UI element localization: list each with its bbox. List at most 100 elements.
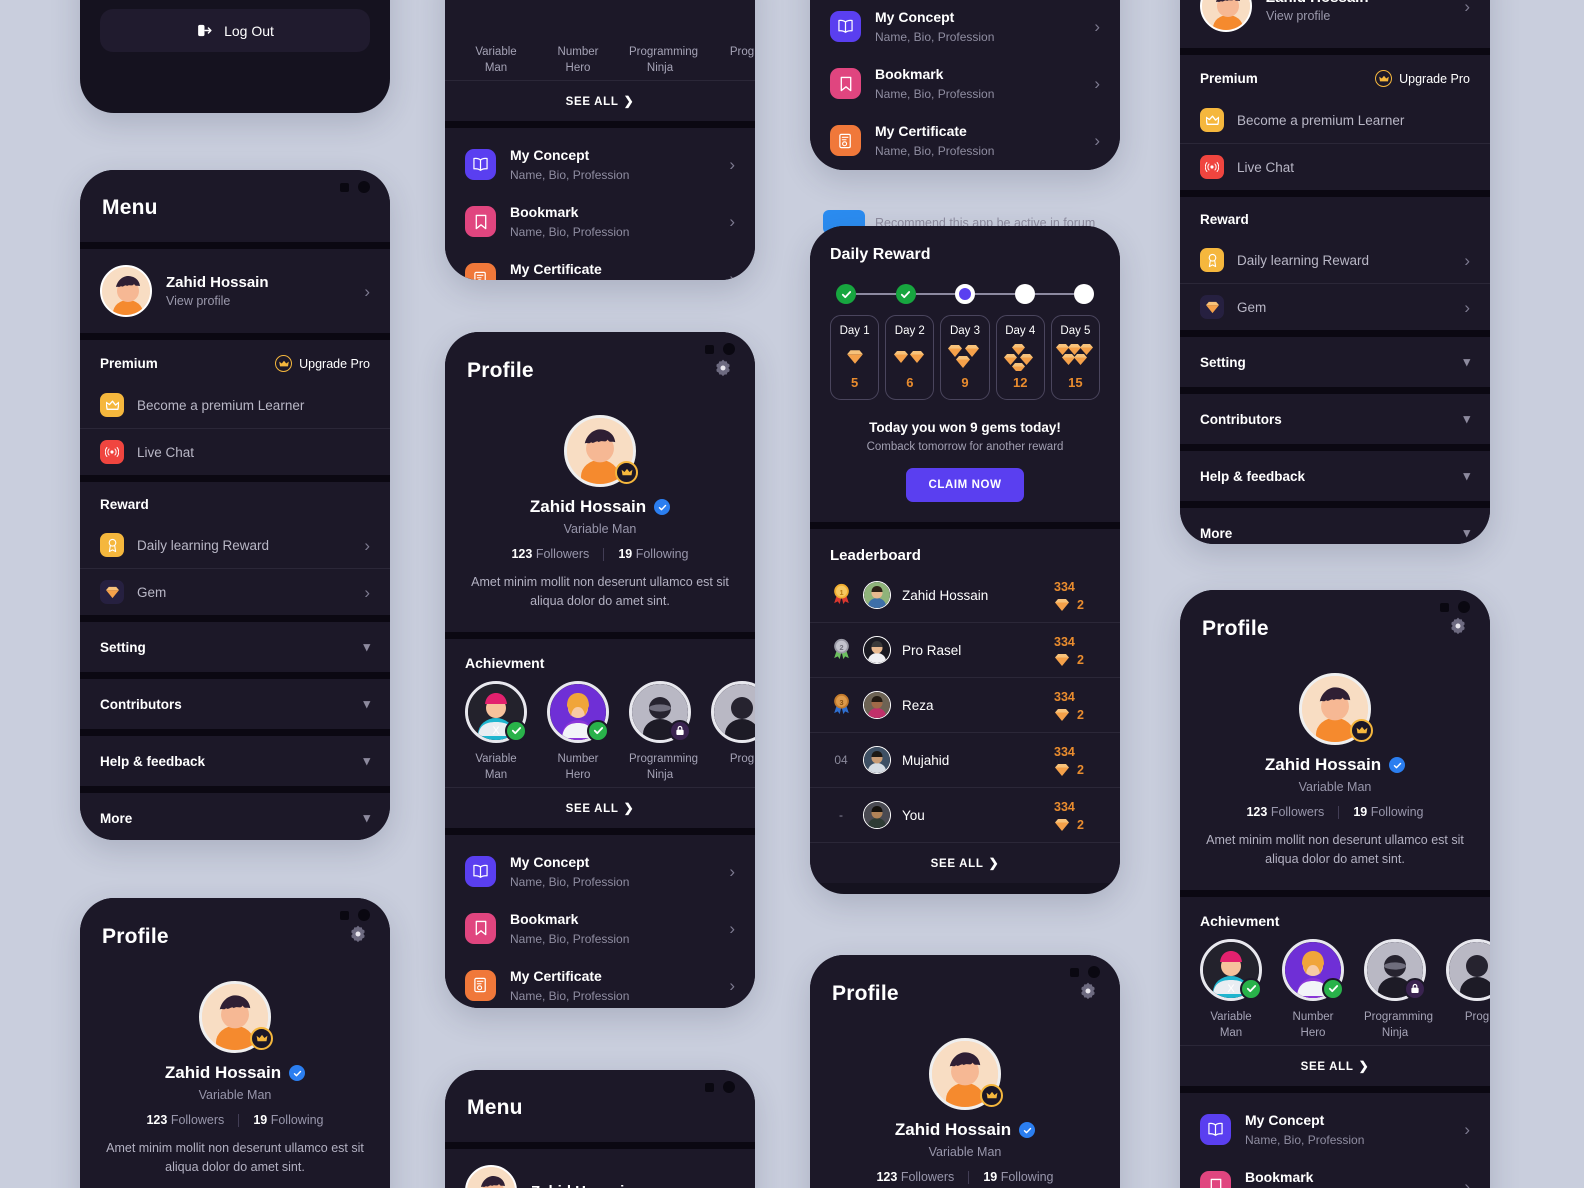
tile-my-concept[interactable]: My Concept Name, Bio, Profession › xyxy=(810,0,1120,55)
see-all-leaderboard-button[interactable]: SEE ALL ❯ xyxy=(810,842,1120,883)
user-role: Variable Man xyxy=(1298,780,1372,794)
menu-item-label: Live Chat xyxy=(1237,159,1295,175)
day-value: 9 xyxy=(961,375,969,390)
menu-row-contributors[interactable]: Contributors ▾ xyxy=(1180,394,1490,444)
leaderboard-row[interactable]: 3 Reza 334 2 xyxy=(810,677,1120,732)
broadcast-icon xyxy=(100,440,124,464)
achievement-badge[interactable]: Variable Man xyxy=(465,0,527,76)
achievement-badge[interactable]: Prog xyxy=(711,0,755,76)
reward-day-3[interactable]: Day 3 9 xyxy=(940,315,990,400)
see-all-achievements-button[interactable]: SEE ALL ❯ xyxy=(445,786,755,828)
tile-title: My Concept xyxy=(510,853,590,870)
logout-button[interactable]: Log Out xyxy=(100,9,370,52)
followers-label: Followers xyxy=(1270,805,1325,819)
menu-row-help-feedback[interactable]: Help & feedback ▾ xyxy=(1180,451,1490,501)
gear-icon[interactable] xyxy=(713,358,733,383)
achievement-badge-number-hero[interactable]: Number Hero xyxy=(1282,938,1344,1041)
chevron-down-icon: ▾ xyxy=(363,810,370,825)
menu-row-help-feedback[interactable]: Help & feedback ▾ xyxy=(80,736,390,786)
menu-row-setting[interactable]: Setting ▾ xyxy=(1180,337,1490,387)
daily-reward-panel: Daily Reward Day 1 5 Day 2 6 Day 3 9 Day… xyxy=(810,226,1120,522)
achievement-row: X Variable Man Number Hero Programming N… xyxy=(445,680,755,787)
reward-day-2[interactable]: Day 2 6 xyxy=(885,315,935,400)
gear-icon[interactable] xyxy=(348,924,368,949)
menu-item-daily-learning-reward[interactable]: Daily learning Reward › xyxy=(80,522,390,568)
menu-item-premium-learner[interactable]: Become a premium Learner xyxy=(1180,97,1490,143)
tile-bookmark[interactable]: BookmarkName, Bio, Profession › xyxy=(1180,1158,1490,1188)
menu-row-setting[interactable]: Setting ▾ xyxy=(80,622,390,672)
page-title: Profile xyxy=(832,981,899,1005)
profile-summary-row[interactable]: Zahid Hossain View profile › xyxy=(80,249,390,333)
achievement-badge-partial[interactable]: Prog xyxy=(1446,938,1490,1041)
tile-bookmark[interactable]: BookmarkName, Bio, Profession › xyxy=(810,55,1120,112)
following-count: 19 xyxy=(983,1170,998,1184)
gear-icon[interactable] xyxy=(1078,981,1098,1006)
menu-item-gem[interactable]: Gem › xyxy=(1180,283,1490,330)
tile-my-concept[interactable]: My Concept Name, Bio, Profession › xyxy=(445,843,755,900)
book-icon xyxy=(830,11,861,42)
tile-my-certificate[interactable]: My CertificateName, Bio, Profession › xyxy=(810,112,1120,169)
menu-row-more[interactable]: More ▾ xyxy=(80,793,390,840)
profile-summary-row[interactable]: Zahid Hossain View profile › xyxy=(1180,0,1490,48)
reward-day-4[interactable]: Day 4 12 xyxy=(995,315,1045,400)
menu-row-contributors[interactable]: Contributors ▾ xyxy=(80,679,390,729)
leaderboard-row[interactable]: 1 Zahid Hossain 334 2 xyxy=(810,568,1120,622)
tile-subtitle: Name, Bio, Profession xyxy=(1245,1132,1365,1147)
gem-icon xyxy=(1200,295,1224,319)
chevron-right-icon: ❯ xyxy=(988,856,1000,870)
chevron-right-icon: › xyxy=(729,155,735,175)
user-name: Zahid Hossain xyxy=(164,1063,282,1082)
tile-my-concept[interactable]: My Concept Name, Bio, Profession › xyxy=(1180,1101,1490,1158)
leaderboard-row[interactable]: 04 Mujahid 334 2 xyxy=(810,732,1120,787)
tile-my-concept[interactable]: My Concept Name, Bio, Profession › xyxy=(445,136,755,193)
unlocked-check-icon xyxy=(587,719,609,742)
achievement-badge[interactable]: Number Hero xyxy=(547,0,609,76)
profile-tiles: My Concept Name, Bio, Profession › Bookma… xyxy=(445,834,755,1008)
menu-item-daily-learning-reward[interactable]: Daily learning Reward › xyxy=(1180,237,1490,283)
score-value: 334 xyxy=(1054,635,1075,649)
achievement-badge[interactable]: Programming Ninja xyxy=(629,0,698,76)
followers-label: Followers xyxy=(900,1170,955,1184)
reward-day-1[interactable]: Day 1 5 xyxy=(830,315,880,400)
upgrade-pro-button[interactable]: Upgrade Pro xyxy=(275,355,370,372)
tile-bookmark[interactable]: BookmarkName, Bio, Profession › xyxy=(445,193,755,250)
achievement-badge-partial[interactable]: Prog xyxy=(711,680,755,783)
achievement-badge-variable-man[interactable]: X Variable Man xyxy=(1200,938,1262,1041)
achievement-badge-programming-ninja[interactable]: Programming Ninja xyxy=(629,680,698,783)
menu-row-label: More xyxy=(1200,525,1233,541)
reward-day-5[interactable]: Day 5 15 xyxy=(1050,315,1101,400)
step-dot-done xyxy=(895,284,916,304)
section-label-premium: Premium xyxy=(1200,71,1258,86)
avatar xyxy=(863,801,891,829)
menu-item-gem[interactable]: Gem › xyxy=(80,568,390,615)
gem-icon xyxy=(100,580,124,604)
leaderboard-score: 334 2 xyxy=(1054,633,1100,667)
avatar xyxy=(199,981,273,1053)
leaderboard-row[interactable]: 2 Pro Rasel 334 2 xyxy=(810,622,1120,677)
see-all-achievements-button[interactable]: SEE ALL ❯ xyxy=(445,80,755,121)
claim-now-button[interactable]: CLAIM NOW xyxy=(906,468,1024,502)
achievement-badge-number-hero[interactable]: Number Hero xyxy=(547,680,609,783)
tile-my-certificate[interactable]: My CertificateName, Bio, Profession › xyxy=(445,957,755,1008)
gear-icon[interactable] xyxy=(1448,616,1468,641)
achievement-badge-variable-man[interactable]: X Variable Man xyxy=(465,680,527,783)
tile-bookmark[interactable]: BookmarkName, Bio, Profession › xyxy=(445,900,755,957)
tile-my-certificate[interactable]: My CertificateName, Bio, Profession › xyxy=(445,250,755,280)
menu-item-live-chat[interactable]: Live Chat xyxy=(80,428,390,475)
menu-row-more[interactable]: More ▾ xyxy=(1180,508,1490,544)
menu-item-live-chat[interactable]: Live Chat xyxy=(1180,143,1490,190)
see-all-achievements-button[interactable]: SEE ALL ❯ xyxy=(1180,1044,1490,1086)
leaderboard-row-you[interactable]: - You 334 2 xyxy=(810,787,1120,842)
chevron-right-icon: ❯ xyxy=(623,800,635,815)
menu-item-premium-learner[interactable]: Become a premium Learner xyxy=(80,382,390,428)
achievement-label: Programming Ninja xyxy=(1364,1010,1434,1039)
profile-summary-row[interactable]: Zahid Hossain › xyxy=(445,1149,755,1188)
achievement-badge-programming-ninja[interactable]: Programming Ninja xyxy=(1364,938,1434,1041)
upgrade-pro-button[interactable]: Upgrade Pro xyxy=(1375,70,1470,87)
crown-icon xyxy=(275,355,293,372)
window-controls xyxy=(1070,966,1100,978)
window-controls xyxy=(705,1081,735,1093)
chevron-down-icon: ▾ xyxy=(1463,354,1470,369)
achievement-title: Achievment xyxy=(1200,912,1280,929)
leaderboard-score: 334 2 xyxy=(1054,743,1100,777)
